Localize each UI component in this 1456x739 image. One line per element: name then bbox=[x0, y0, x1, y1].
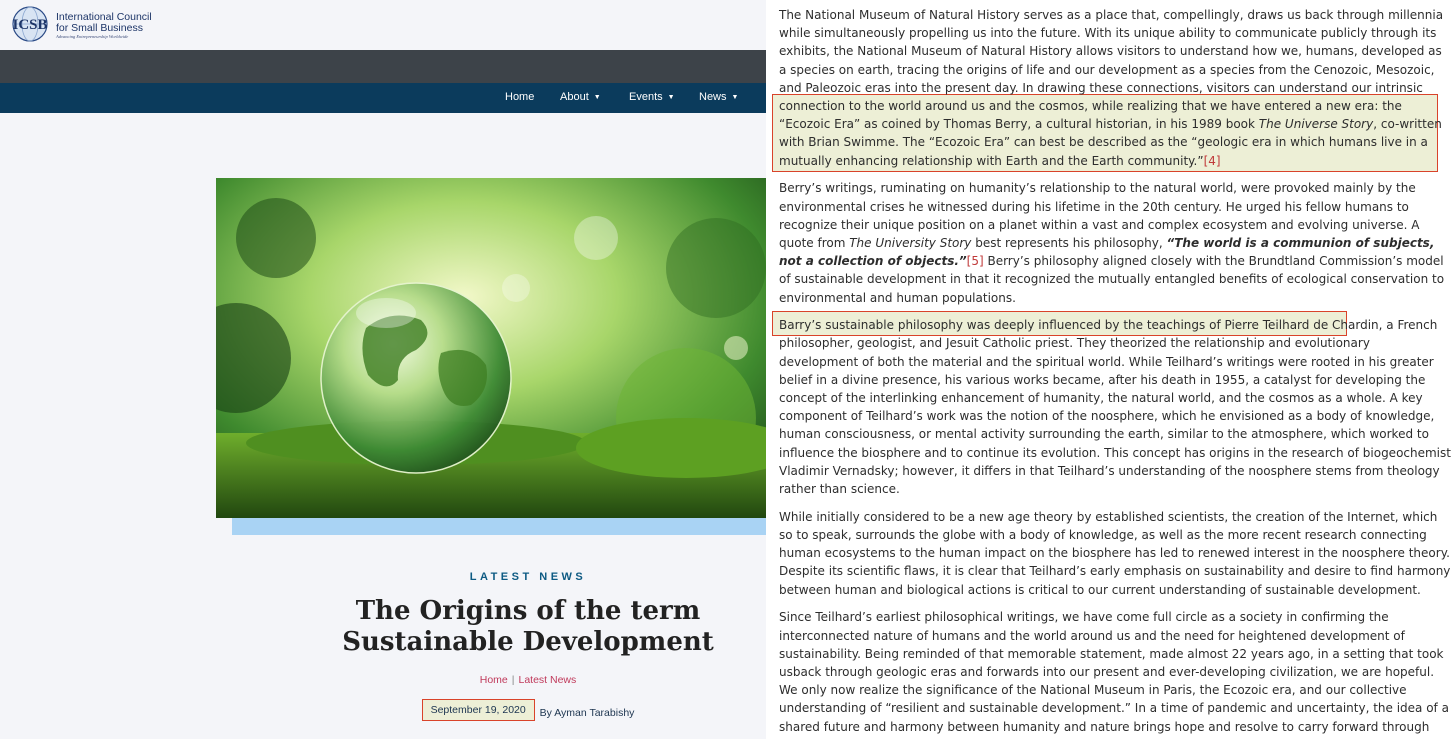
breadcrumb-separator: | bbox=[511, 674, 515, 686]
article-paragraph: Since Teilhard’s earliest philosophical … bbox=[779, 610, 1449, 739]
top-dark-bar bbox=[0, 50, 766, 83]
chevron-down-icon: ▼ bbox=[667, 94, 675, 101]
hero-accent-strip bbox=[232, 518, 766, 535]
post-date-highlighted: September 19, 2020 bbox=[421, 699, 535, 721]
paragraph-text: best represents his philosophy, bbox=[971, 235, 1167, 250]
post-author[interactable]: By Ayman Tarabishy bbox=[540, 707, 635, 719]
breadcrumb-latest-news[interactable]: Latest News bbox=[518, 674, 576, 686]
logo-tagline: Advancing Entrepreneurship Worldwide bbox=[56, 34, 129, 39]
nav-label: News bbox=[699, 91, 727, 103]
hero-image-crystal-globe bbox=[216, 178, 766, 518]
icsb-logo-icon[interactable]: ICSB bbox=[8, 5, 52, 43]
nav-label: About bbox=[560, 91, 589, 103]
nav-label: Home bbox=[505, 91, 535, 103]
book-title: The University Story bbox=[849, 235, 972, 250]
chevron-down-icon: ▼ bbox=[593, 94, 601, 101]
highlighted-text: Barry’s sustainable philosophy was deepl… bbox=[779, 318, 1383, 333]
paragraph-text: The National Museum of Natural History s… bbox=[779, 8, 1444, 114]
logo-wordmark[interactable]: International Council for Small Business bbox=[56, 12, 152, 34]
chevron-down-icon: ▼ bbox=[731, 94, 739, 101]
nav-item-home[interactable]: Home bbox=[505, 91, 534, 103]
paragraph-text: a French philosopher, geologist, and Jes… bbox=[779, 318, 1451, 497]
nav-label: Events bbox=[629, 91, 663, 103]
nav-item-about[interactable]: About ▼ bbox=[560, 91, 601, 103]
main-nav: Home About ▼ Events ▼ News ▼ bbox=[0, 83, 766, 113]
article-panel: The National Museum of Natural History s… bbox=[766, 0, 1456, 739]
logo-abbr: ICSB bbox=[12, 17, 47, 33]
breadcrumb: Home | Latest News bbox=[300, 674, 756, 686]
footnote-link[interactable]: [5] bbox=[967, 254, 984, 268]
post-meta: September 19, 2020 By Ayman Tarabishy bbox=[300, 699, 756, 724]
logo-line-2: for Small Business bbox=[56, 22, 143, 34]
article-paragraph: The National Museum of Natural History s… bbox=[779, 6, 1451, 170]
nav-item-events[interactable]: Events ▼ bbox=[629, 91, 675, 103]
book-title: The Universe Story bbox=[1258, 117, 1374, 132]
post-title: The Origins of the term Sustainable Deve… bbox=[342, 596, 714, 657]
article-paragraph: Berry’s writings, ruminating on humanity… bbox=[779, 179, 1451, 306]
post-category[interactable]: LATEST NEWS bbox=[300, 571, 756, 583]
article-paragraph: Barry’s sustainable philosophy was deepl… bbox=[779, 316, 1451, 498]
breadcrumb-home[interactable]: Home bbox=[480, 674, 508, 686]
footnote-link[interactable]: [4] bbox=[1204, 154, 1221, 168]
website-page: ICSB International Council for Small Bus… bbox=[0, 0, 766, 739]
article-body: The National Museum of Natural History s… bbox=[779, 6, 1451, 739]
site-header: ICSB International Council for Small Bus… bbox=[0, 0, 766, 50]
nav-item-news[interactable]: News ▼ bbox=[699, 91, 738, 103]
article-paragraph: While initially considered to be a new a… bbox=[779, 509, 1451, 597]
